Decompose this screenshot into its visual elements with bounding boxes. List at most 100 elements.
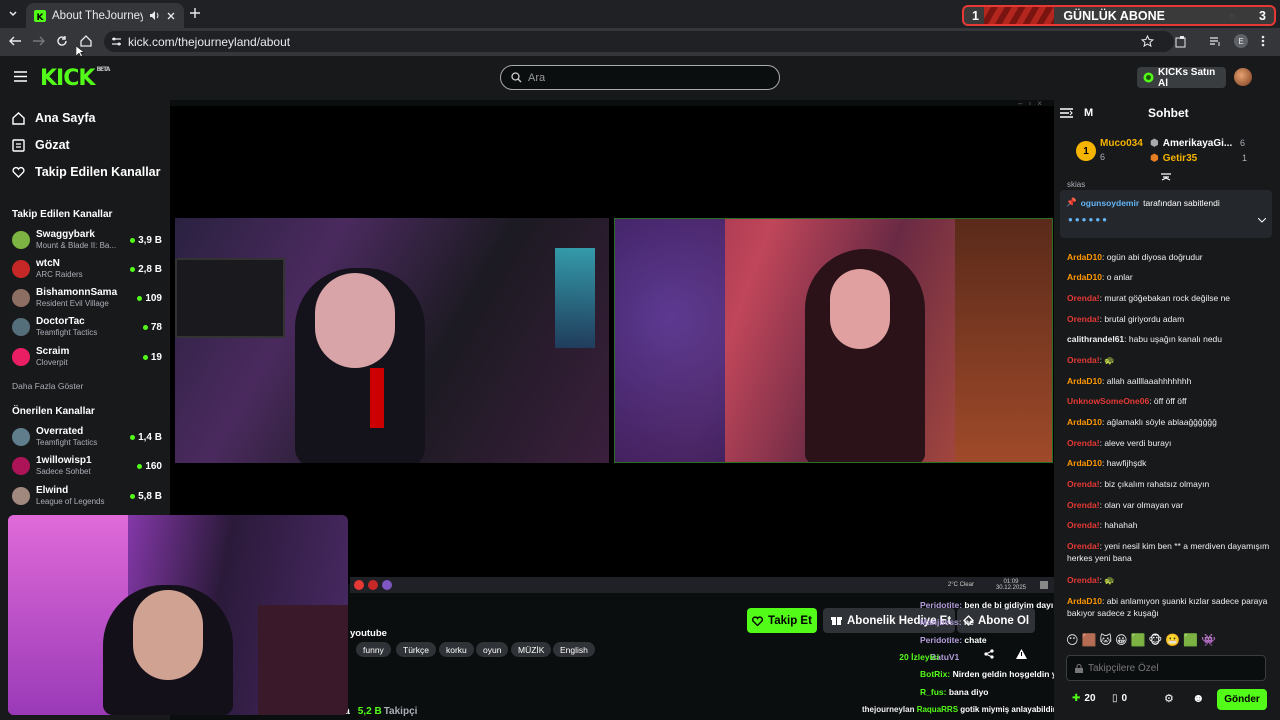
collapse-chat-icon[interactable] — [1060, 108, 1073, 118]
nav-browse[interactable]: Gözat — [12, 138, 70, 152]
profile-avatar[interactable]: E — [1234, 34, 1248, 48]
chat-mode-letter[interactable]: M — [1084, 107, 1093, 119]
share-icon[interactable] — [984, 649, 994, 659]
channel-viewers: 3,9 B — [130, 235, 162, 246]
chat-text: o anlar — [1106, 272, 1133, 282]
nav-following[interactable]: Takip Edilen Kanallar — [12, 165, 161, 179]
nav-following-label: Takip Edilen Kanallar — [35, 165, 161, 179]
followed-channel[interactable]: wtcN ARC Raiders 2,8 B — [12, 256, 162, 282]
chat-username[interactable]: Orenda! — [1067, 293, 1100, 303]
show-more-link[interactable]: Daha Fazla Göster — [12, 381, 83, 391]
kicks-balance[interactable]: ▯ 0 — [1112, 693, 1127, 704]
chat-input[interactable]: Takipçilere Özel — [1066, 655, 1266, 681]
chat-username[interactable]: ArdaD10 — [1067, 417, 1102, 427]
followed-channel[interactable]: BishamonnSama Resident Evil Village 109 — [12, 285, 162, 311]
channel-points[interactable]: ✚ 20 — [1072, 693, 1096, 704]
browser-tab[interactable]: K About TheJourneyLand - W — [26, 3, 184, 28]
leader-count: 1 — [1242, 153, 1248, 163]
leader-name: AmerikayaGi... — [1162, 138, 1233, 149]
chat-username[interactable]: ArdaD10 — [1067, 376, 1102, 386]
user-avatar[interactable] — [1234, 68, 1252, 86]
recommended-channel[interactable]: Overrated Teamfight Tactics 1,4 B — [12, 424, 162, 450]
nav-home[interactable]: Ana Sayfa — [12, 111, 95, 125]
chat-text: murat göğebakan rock değilse ne — [1104, 293, 1231, 303]
overlay-views-count: 20 — [899, 652, 909, 662]
chat-username[interactable]: Orenda! — [1067, 500, 1100, 510]
chat-username[interactable]: Orenda! — [1067, 355, 1100, 365]
site-info-icon[interactable] — [111, 36, 122, 47]
browser-menu-icon[interactable] — [1261, 35, 1265, 47]
chat-username[interactable]: Orenda! — [1067, 520, 1100, 530]
pinned-message[interactable]: 📌 ogunsoydemir tarafından sabitlendi ●●●… — [1060, 190, 1272, 238]
chat-username[interactable]: ArdaD10 — [1067, 458, 1102, 468]
chat-username[interactable]: Orenda! — [1067, 314, 1100, 324]
chat-username[interactable]: ArdaD10 — [1067, 596, 1102, 606]
expand-leaderboard-icon[interactable] — [1161, 173, 1171, 181]
kick-logo[interactable]: KICK BETA — [40, 66, 110, 91]
leader-count: 6 — [1100, 152, 1106, 162]
back-icon[interactable] — [8, 35, 22, 47]
new-tab-icon[interactable] — [189, 7, 201, 19]
buy-kicks-button[interactable]: KICKs Satın Al — [1137, 67, 1226, 89]
tag-chip[interactable]: oyun — [476, 642, 509, 657]
live-dot-icon — [130, 493, 136, 499]
leader-entry[interactable]: ⬢ Getir35 — [1150, 153, 1197, 164]
kick-favicon-icon: K — [34, 9, 46, 22]
channel-viewers: 160 — [137, 461, 162, 472]
category-link[interactable]: youtube — [350, 628, 387, 639]
tab-audio-icon[interactable] — [149, 10, 160, 21]
emote-picker-icon[interactable]: ☻ — [1192, 691, 1205, 705]
forward-icon[interactable] — [32, 35, 46, 47]
followed-channel[interactable]: DoctorTac Teamfight Tactics 78 — [12, 314, 162, 340]
chat-message: Orenda!: biz çıkalım rahatsız olmayın — [1067, 478, 1273, 490]
tag-chip[interactable]: Türkçe — [396, 642, 436, 657]
tag-chip[interactable]: MÜZİK — [511, 642, 552, 657]
viewer-count: 160 — [145, 460, 162, 472]
media-control-icon[interactable] — [1209, 35, 1222, 48]
points-icon: ✚ — [1072, 693, 1081, 704]
search-input[interactable]: Ara — [500, 65, 780, 90]
chat-username[interactable]: Orenda! — [1067, 575, 1100, 585]
recommended-channel[interactable]: 1willowisp1 Sadece Sohbet 160 — [12, 453, 162, 479]
leader-entry[interactable]: ⬢ AmerikayaGi... — [1150, 138, 1232, 149]
leader-name[interactable]: Muco034 — [1100, 138, 1143, 149]
settings-gear-icon[interactable]: ⚙ — [1164, 692, 1174, 705]
tag-chip[interactable]: funny — [356, 642, 391, 657]
channel-name: Swaggybark — [36, 229, 95, 240]
logo-text: KICK — [40, 66, 95, 91]
followed-channel[interactable]: Swaggybark Mount & Blade II: Ba... 3,9 B — [12, 227, 162, 253]
followed-channel[interactable]: Scraim Cloverpit 19 — [12, 344, 162, 370]
address-bar[interactable]: kick.com/thejourneyland/about — [104, 31, 1174, 52]
subscribe-label: Abone Ol — [978, 614, 1030, 627]
report-warning-icon[interactable] — [1016, 649, 1027, 659]
points-value: 20 — [1084, 693, 1096, 704]
chat-username[interactable]: Orenda! — [1067, 541, 1100, 551]
chat-message: ArdaD10: ogün abi diyosa doğrudur — [1067, 251, 1273, 263]
follow-button[interactable]: Takip Et — [747, 608, 817, 633]
chat-username[interactable]: ArdaD10 — [1067, 272, 1102, 282]
recommended-channel[interactable]: Elwind League of Legends 5,8 B — [12, 483, 162, 509]
tag-chip[interactable]: korku — [439, 642, 474, 657]
chat-username[interactable]: calithrandel61 — [1067, 334, 1124, 344]
chat-username[interactable]: Orenda! — [1067, 438, 1100, 448]
bookmark-star-icon[interactable] — [1141, 35, 1154, 48]
tab-search-icon[interactable] — [6, 7, 20, 21]
streamer-face — [315, 273, 395, 368]
overlay-user: Peridotite — [920, 635, 960, 645]
chat-username[interactable]: Orenda! — [1067, 479, 1100, 489]
overlay-user: BotRix — [920, 669, 948, 679]
leader-count: 6 — [1240, 138, 1246, 148]
chat-username[interactable]: UnknowSomeOne06 — [1067, 396, 1149, 406]
follower-count: 5,2 B — [357, 706, 382, 717]
reload-icon[interactable] — [56, 35, 68, 47]
taskbar-clock: 01:09 30.12.2025 — [996, 579, 1026, 591]
tab-close-icon[interactable] — [166, 11, 176, 21]
tag-chip[interactable]: English — [553, 642, 595, 657]
send-button[interactable]: Gönder — [1217, 689, 1267, 710]
emote-bar[interactable]: 😶🟫🐱😀🟩🐵😬🟩👾 — [1066, 633, 1219, 647]
overlay-user: Peridotite — [920, 600, 960, 610]
chat-username[interactable]: ArdaD10 — [1067, 252, 1102, 262]
chevron-down-icon[interactable] — [1258, 218, 1266, 223]
hamburger-menu-icon[interactable] — [14, 71, 27, 82]
extensions-icon[interactable] — [1175, 35, 1188, 48]
